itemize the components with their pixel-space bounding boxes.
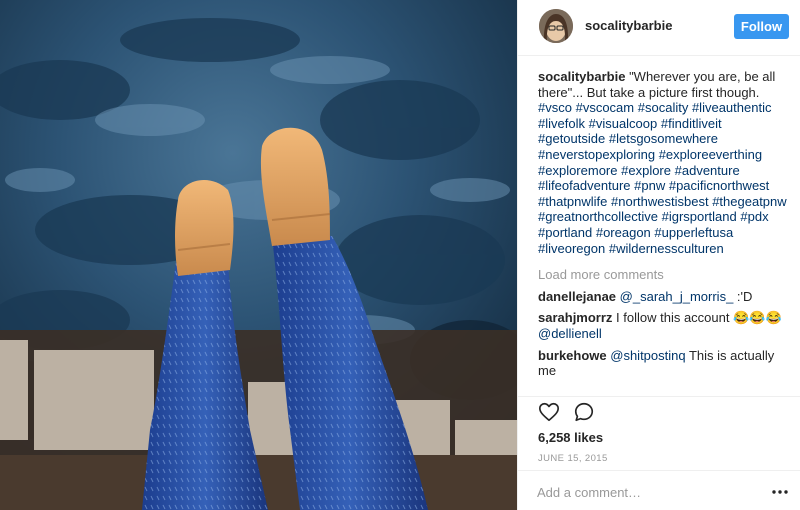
avatar[interactable] [539,9,573,43]
hashtag-link[interactable]: #vsco [538,100,572,115]
comment-text: :'D [733,288,753,304]
hashtag-link[interactable]: #lifeofadventure [538,178,631,193]
comment-username[interactable]: danellejanae [538,289,616,304]
hashtag-link[interactable]: #thegeatpnw [712,194,786,209]
hashtag-link[interactable]: #thatpnwlife [538,194,607,209]
hashtag-link[interactable]: #adventure [675,163,740,178]
hashtag-link[interactable]: #livefolk [538,116,585,131]
hashtag-link[interactable]: #exploremore [538,163,618,178]
hashtag-link[interactable]: #neverstopexploring [538,147,655,162]
caption: socalitybarbie "Wherever you are, be all… [538,69,788,256]
heart-icon[interactable] [538,401,560,423]
hashtag-link[interactable]: #getoutside [538,131,605,146]
avatar-image [539,9,573,43]
comment-mention[interactable]: @_sarah_j_morris_ [620,289,734,304]
add-comment-input[interactable] [537,483,752,501]
post-header: socalitybarbie Follow [518,0,800,56]
comment-item: danellejanae @_sarah_j_morris_ :'D [538,289,788,305]
follow-button[interactable]: Follow [734,14,789,39]
comment-username[interactable]: sarahjmorrz [538,310,612,325]
add-comment-bar [518,470,800,510]
comment-mention[interactable]: @dellienell [538,326,602,341]
photo-image [0,0,517,510]
hashtag-link[interactable]: #igrsportland [662,209,737,224]
post-sidebar: socalitybarbie Follow socalitybarbie "Wh… [517,0,800,510]
instagram-post: socalitybarbie Follow socalitybarbie "Wh… [0,0,800,510]
hashtag-link[interactable]: #socality [638,100,689,115]
comment-mention[interactable]: @shitpostinq [610,348,685,363]
comments-section: socalitybarbie "Wherever you are, be all… [538,69,788,385]
username[interactable]: socalitybarbie [585,18,672,33]
comment-item: sarahjmorrz I follow this account 😂😂😂 @d… [538,310,788,341]
ellipsis-icon[interactable] [770,483,790,501]
hashtag-link[interactable]: #pnw [634,178,665,193]
hashtag-link[interactable]: #upperleftusa [654,225,733,240]
hashtag-link[interactable]: #letsgosomewhere [609,131,718,146]
hashtag-link[interactable]: #northwestisbest [611,194,709,209]
load-more-comments[interactable]: Load more comments [538,267,788,283]
hashtag-link[interactable]: #portland [538,225,592,240]
post-photo[interactable] [0,0,517,510]
post-date: JUNE 15, 2015 [538,453,608,464]
hashtag-link[interactable]: #explore [621,163,671,178]
hashtag-link[interactable]: #exploreeverthing [659,147,762,162]
speech-bubble-icon[interactable] [573,401,595,423]
hashtag-link[interactable]: #pdx [740,209,768,224]
hashtag-link[interactable]: #vscocam [576,100,635,115]
comment-text: I follow this account 😂😂😂 [612,310,782,326]
hashtag-link[interactable]: #finditliveit [661,116,722,131]
hashtag-link[interactable]: #greatnorthcollective [538,209,658,224]
likes-count[interactable]: 6,258 likes [538,430,603,445]
hashtag-link[interactable]: #pacificnorthwest [669,178,769,193]
comment-item: burkehowe @shitpostinq This is actually … [538,348,788,379]
hashtag-link[interactable]: #liveoregon [538,241,605,256]
hashtag-link[interactable]: #oreagon [596,225,651,240]
comment-username[interactable]: burkehowe [538,348,607,363]
hashtag-link[interactable]: #liveauthentic [692,100,772,115]
hashtag-link[interactable]: #visualcoop [589,116,658,131]
caption-username[interactable]: socalitybarbie [538,69,625,84]
hashtag-link[interactable]: #wildernessculturen [609,241,724,256]
